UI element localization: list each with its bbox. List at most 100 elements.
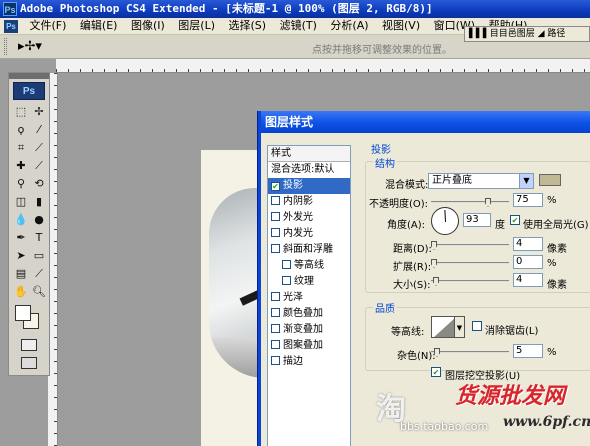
- menu-layer[interactable]: 图层(L): [173, 18, 220, 34]
- style-checkbox[interactable]: [271, 244, 280, 253]
- noise-slider[interactable]: [431, 348, 509, 357]
- ps-toolbox-logo: Ps: [13, 82, 45, 100]
- eraser-tool-icon[interactable]: ◫: [13, 195, 29, 209]
- pen-tool-icon[interactable]: ✒: [13, 231, 29, 245]
- path-selection-tool-icon[interactable]: ➤: [13, 249, 29, 263]
- contour-label: 等高线:: [391, 327, 425, 338]
- style-item[interactable]: 颜色叠加: [268, 306, 350, 322]
- knockout-checkbox[interactable]: ✔: [431, 367, 441, 377]
- size-label: 大小(S):: [393, 280, 431, 291]
- healing-brush-tool-icon[interactable]: ✚: [13, 159, 29, 173]
- contour-preview[interactable]: [431, 316, 455, 338]
- lasso-tool-icon[interactable]: ϙ: [13, 123, 29, 137]
- contour-curve: [433, 318, 454, 337]
- gradient-tool-icon[interactable]: ▮: [31, 195, 47, 209]
- style-item[interactable]: 光泽: [268, 290, 350, 306]
- quick-mask-button[interactable]: [21, 339, 37, 351]
- eyedropper-sample-tool-icon[interactable]: ⟋: [31, 267, 47, 281]
- size-input[interactable]: 4: [513, 273, 543, 287]
- style-list: 样式 混合选项:默认 ✔ 投影内阴影外发光内发光 斜面和浮雕 等高线 纹理 光泽 颜色叠加 渐变…: [267, 145, 351, 446]
- marquee-tool-icon[interactable]: ⬚: [13, 105, 29, 119]
- menu-analysis[interactable]: 分析(A): [325, 18, 373, 34]
- size-slider[interactable]: [431, 277, 509, 286]
- history-brush-tool-icon[interactable]: ⟲: [31, 177, 47, 191]
- ps-menu-logo[interactable]: Ps: [4, 20, 18, 33]
- blend-mode-value: 正片叠底: [432, 175, 472, 186]
- menu-select[interactable]: 选择(S): [224, 18, 272, 34]
- opacity-input[interactable]: 75: [513, 193, 543, 207]
- global-light-checkbox[interactable]: ✔: [510, 215, 520, 225]
- style-item[interactable]: 内阴影: [268, 194, 350, 210]
- menu-filter[interactable]: 滤镜(T): [275, 18, 322, 34]
- spread-slider[interactable]: [431, 259, 509, 268]
- style-checkbox[interactable]: [271, 340, 280, 349]
- contour-dropdown-arrow[interactable]: ▼: [455, 316, 465, 338]
- watermark-site-cn: 货源批发网: [455, 383, 566, 409]
- shadow-color-swatch[interactable]: [539, 174, 561, 186]
- opacity-slider[interactable]: [431, 198, 509, 207]
- style-list-header[interactable]: 样式: [268, 146, 350, 162]
- quality-title: 品质: [373, 300, 397, 315]
- shape-tool-icon[interactable]: ▭: [31, 249, 47, 263]
- style-item[interactable]: 内发光: [268, 226, 350, 242]
- spread-input[interactable]: 0: [513, 255, 543, 269]
- angle-dial[interactable]: [431, 207, 459, 235]
- distance-input[interactable]: 4: [513, 237, 543, 251]
- foreground-color-swatch[interactable]: [15, 305, 31, 321]
- style-checkbox[interactable]: [271, 308, 280, 317]
- screen-mode-button[interactable]: [21, 357, 37, 369]
- style-checkbox[interactable]: [271, 228, 280, 237]
- type-tool-icon[interactable]: T: [31, 231, 47, 245]
- style-item-label: 外发光: [283, 212, 313, 223]
- watermark-url-6pf: www.6pf.cn: [503, 414, 590, 430]
- magic-wand-tool-icon[interactable]: ⁄: [31, 123, 47, 137]
- style-checkbox[interactable]: [282, 260, 291, 269]
- noise-unit: %: [547, 347, 557, 358]
- move-tool-icon[interactable]: ✢: [31, 105, 47, 119]
- move-tool-preset-icon[interactable]: ▸✢▾: [18, 39, 42, 55]
- structure-title: 结构: [373, 155, 397, 170]
- brush-tool-icon[interactable]: ⟋: [31, 159, 47, 173]
- style-checkbox[interactable]: [282, 276, 291, 285]
- style-item[interactable]: 斜面和浮雕: [268, 242, 350, 258]
- menu-file[interactable]: 文件(F): [25, 18, 72, 34]
- style-item-label: 内阴影: [283, 196, 313, 207]
- clone-stamp-tool-icon[interactable]: ⚲: [13, 177, 29, 191]
- style-item[interactable]: 描边: [268, 354, 350, 370]
- dialog-title[interactable]: 图层样式: [261, 111, 590, 133]
- style-item[interactable]: 纹理: [268, 274, 350, 290]
- style-item[interactable]: 等高线: [268, 258, 350, 274]
- watermark-url-bbs: bbs.taobao.com: [400, 420, 489, 433]
- zoom-tool-icon[interactable]: 🔍︎: [31, 285, 47, 299]
- dodge-tool-icon[interactable]: ●: [31, 213, 47, 227]
- style-item[interactable]: 外发光: [268, 210, 350, 226]
- drop-shadow-section-title: 投影: [369, 141, 393, 156]
- style-checkbox[interactable]: [271, 196, 280, 205]
- style-checkbox[interactable]: [271, 324, 280, 333]
- style-item[interactable]: 渐变叠加: [268, 322, 350, 338]
- hand-tool-icon[interactable]: ✋: [13, 285, 29, 299]
- eyedropper-tool-icon[interactable]: ⟋: [31, 141, 47, 155]
- noise-input[interactable]: 5: [513, 344, 543, 358]
- distance-slider[interactable]: [431, 241, 509, 250]
- style-checkbox[interactable]: [271, 356, 280, 365]
- window-titlebar[interactable]: Ps Adobe Photoshop CS4 Extended - [未标题-1…: [0, 0, 590, 18]
- blend-mode-select[interactable]: 正片叠底 ▼: [428, 173, 534, 189]
- anti-alias-checkbox[interactable]: [472, 321, 482, 331]
- style-item[interactable]: 混合选项:默认: [268, 162, 350, 178]
- style-checkbox[interactable]: ✔: [271, 182, 280, 191]
- style-item[interactable]: 图案叠加: [268, 338, 350, 354]
- menu-edit[interactable]: 编辑(E): [75, 18, 123, 34]
- blur-tool-icon[interactable]: 💧: [13, 213, 29, 227]
- style-checkbox[interactable]: [271, 212, 280, 221]
- panel-dock-tabs[interactable]: ▌▌▌目目邑图层 ◢ 路径: [464, 26, 590, 42]
- style-checkbox[interactable]: [271, 292, 280, 301]
- angle-input[interactable]: 93: [463, 213, 491, 227]
- crop-tool-icon[interactable]: ⌗: [13, 141, 29, 155]
- toolbox-grip[interactable]: [9, 73, 49, 79]
- menu-image[interactable]: 图像(I): [126, 18, 170, 34]
- menu-view[interactable]: 视图(V): [377, 18, 425, 34]
- notes-tool-icon[interactable]: ▤: [13, 267, 29, 281]
- options-grip-handle[interactable]: [4, 38, 7, 55]
- style-item[interactable]: ✔ 投影: [268, 178, 350, 194]
